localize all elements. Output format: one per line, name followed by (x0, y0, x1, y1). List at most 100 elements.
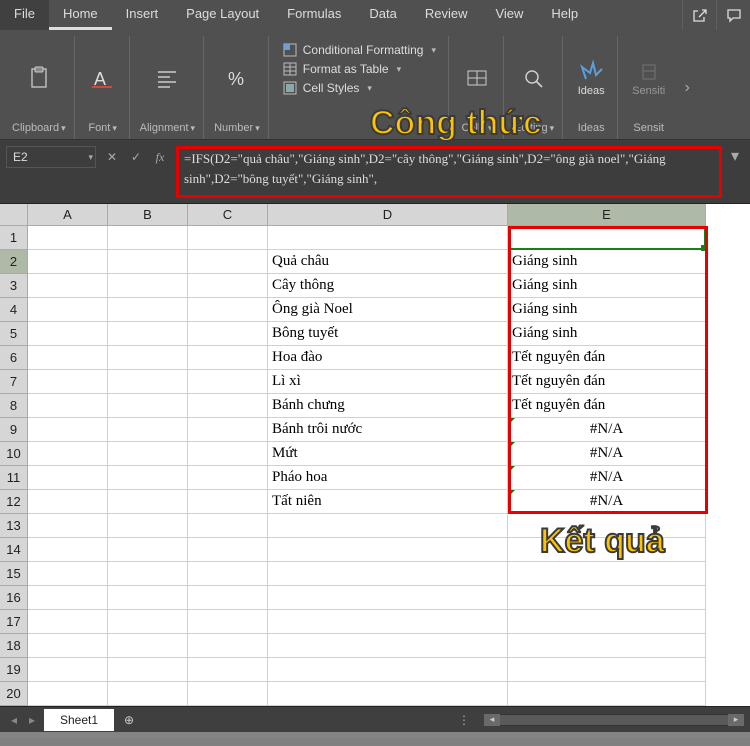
cell-A12[interactable] (28, 490, 108, 514)
cell-B10[interactable] (108, 442, 188, 466)
sheet-tab-active[interactable]: Sheet1 (44, 709, 114, 731)
cell-A6[interactable] (28, 346, 108, 370)
cell-E1[interactable] (508, 226, 706, 250)
cell-B19[interactable] (108, 658, 188, 682)
cell-A1[interactable] (28, 226, 108, 250)
add-sheet-button[interactable]: ⊕ (118, 709, 140, 731)
name-box-dropdown-icon[interactable]: ▾ (88, 152, 93, 163)
scroll-left-button[interactable]: ◂ (484, 714, 500, 726)
cell-E4[interactable]: Giáng sinh (508, 298, 706, 322)
row-header-5[interactable]: 5 (0, 322, 28, 346)
cell-C12[interactable] (188, 490, 268, 514)
cell-C7[interactable] (188, 370, 268, 394)
row-header-19[interactable]: 19 (0, 658, 28, 682)
cell-A13[interactable] (28, 514, 108, 538)
name-box[interactable]: E2 ▾ (6, 146, 96, 168)
cell-C11[interactable] (188, 466, 268, 490)
cell-A8[interactable] (28, 394, 108, 418)
cell-C14[interactable] (188, 538, 268, 562)
cell-B12[interactable] (108, 490, 188, 514)
cell-C2[interactable] (188, 250, 268, 274)
cell-D17[interactable] (268, 610, 508, 634)
cell-D5[interactable]: Bông tuyết (268, 322, 508, 346)
insert-function-button[interactable]: fx (148, 146, 172, 168)
cell-C5[interactable] (188, 322, 268, 346)
enter-formula-button[interactable]: ✓ (124, 146, 148, 168)
cell-D16[interactable] (268, 586, 508, 610)
cell-D18[interactable] (268, 634, 508, 658)
col-header-B[interactable]: B (108, 204, 188, 226)
sensitivity-button[interactable]: Sensiti (628, 55, 669, 101)
spreadsheet-grid[interactable]: ABCDE 1234567891011121314151617181920 Qu… (0, 204, 750, 706)
cell-A11[interactable] (28, 466, 108, 490)
row-header-15[interactable]: 15 (0, 562, 28, 586)
ideas-button[interactable]: Ideas (573, 55, 609, 101)
cell-A9[interactable] (28, 418, 108, 442)
cell-C10[interactable] (188, 442, 268, 466)
cell-C4[interactable] (188, 298, 268, 322)
cell-D14[interactable] (268, 538, 508, 562)
sheet-tab-menu[interactable]: ⋮ (458, 713, 470, 727)
row-header-7[interactable]: 7 (0, 370, 28, 394)
cell-A15[interactable] (28, 562, 108, 586)
row-header-2[interactable]: 2 (0, 250, 28, 274)
cell-E20[interactable] (508, 682, 706, 706)
cell-B16[interactable] (108, 586, 188, 610)
cell-A7[interactable] (28, 370, 108, 394)
cell-E14[interactable] (508, 538, 706, 562)
sheet-nav-next[interactable]: ▸ (24, 713, 40, 727)
cell-styles-button[interactable]: Cell Styles▾ (279, 80, 440, 96)
col-header-E[interactable]: E (508, 204, 706, 226)
cell-E11[interactable]: #N/A (508, 466, 706, 490)
cell-C9[interactable] (188, 418, 268, 442)
row-header-17[interactable]: 17 (0, 610, 28, 634)
number-button[interactable]: % (219, 62, 255, 94)
col-header-A[interactable]: A (28, 204, 108, 226)
cell-A18[interactable] (28, 634, 108, 658)
row-header-8[interactable]: 8 (0, 394, 28, 418)
cell-A2[interactable] (28, 250, 108, 274)
row-header-9[interactable]: 9 (0, 418, 28, 442)
cell-D19[interactable] (268, 658, 508, 682)
cell-D15[interactable] (268, 562, 508, 586)
menu-page-layout[interactable]: Page Layout (172, 0, 273, 30)
cell-C15[interactable] (188, 562, 268, 586)
cell-B13[interactable] (108, 514, 188, 538)
cell-E16[interactable] (508, 586, 706, 610)
paste-button[interactable] (21, 62, 57, 94)
cell-D11[interactable]: Pháo hoa (268, 466, 508, 490)
menu-data[interactable]: Data (355, 0, 410, 30)
cell-E15[interactable] (508, 562, 706, 586)
column-headers[interactable]: ABCDE (28, 204, 750, 226)
cell-B15[interactable] (108, 562, 188, 586)
row-header-16[interactable]: 16 (0, 586, 28, 610)
cell-D10[interactable]: Mứt (268, 442, 508, 466)
menu-home[interactable]: Home (49, 0, 112, 30)
cell-E9[interactable]: #N/A (508, 418, 706, 442)
cell-B20[interactable] (108, 682, 188, 706)
cancel-formula-button[interactable]: ✕ (100, 146, 124, 168)
cell-C1[interactable] (188, 226, 268, 250)
cell-D8[interactable]: Bánh chưng (268, 394, 508, 418)
format-as-table-button[interactable]: Format as Table▾ (279, 61, 440, 77)
menu-help[interactable]: Help (537, 0, 592, 30)
cell-E13[interactable] (508, 514, 706, 538)
cell-B14[interactable] (108, 538, 188, 562)
row-header-20[interactable]: 20 (0, 682, 28, 706)
conditional-formatting-button[interactable]: Conditional Formatting▾ (279, 42, 440, 58)
cell-D1[interactable] (268, 226, 508, 250)
cell-E17[interactable] (508, 610, 706, 634)
cell-D7[interactable]: Lì xì (268, 370, 508, 394)
alignment-button[interactable] (149, 62, 185, 94)
row-header-12[interactable]: 12 (0, 490, 28, 514)
cell-B9[interactable] (108, 418, 188, 442)
cell-D2[interactable]: Quả châu (268, 250, 508, 274)
formula-bar-expand[interactable]: ▾ (726, 146, 744, 166)
cell-C18[interactable] (188, 634, 268, 658)
cell-D3[interactable]: Cây thông (268, 274, 508, 298)
cell-B11[interactable] (108, 466, 188, 490)
menu-view[interactable]: View (481, 0, 537, 30)
row-header-3[interactable]: 3 (0, 274, 28, 298)
cell-E6[interactable]: Tết nguyên đán (508, 346, 706, 370)
cell-B4[interactable] (108, 298, 188, 322)
